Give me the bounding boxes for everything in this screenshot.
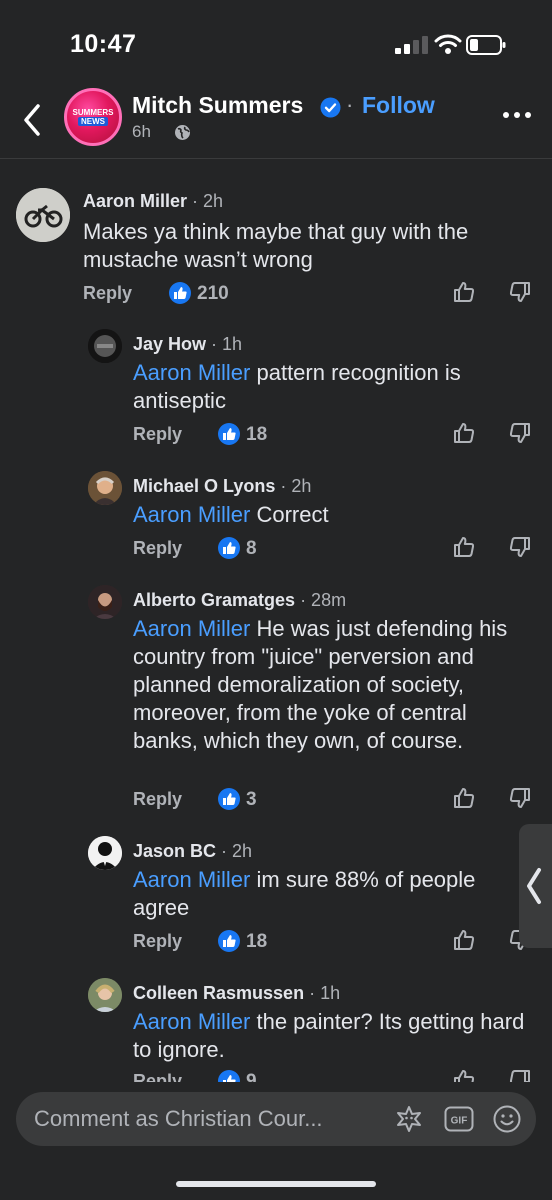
comment-author[interactable]: Colleen Rasmussen <box>133 983 304 1003</box>
like-count[interactable]: 210 <box>197 283 229 305</box>
comment-mention[interactable]: Aaron Miller <box>133 616 250 641</box>
comment-author[interactable]: Alberto Gramatges <box>133 590 295 610</box>
avatar[interactable] <box>88 329 122 363</box>
comment-mention[interactable]: Aaron Miller <box>133 867 250 892</box>
like-badge-icon <box>169 282 191 304</box>
reply-button[interactable]: Reply <box>133 538 182 559</box>
sticker-icon[interactable] <box>394 1104 424 1134</box>
side-drawer-handle[interactable] <box>519 824 552 948</box>
signal-icon <box>395 36 428 54</box>
comment-body: Makes ya think maybe that guy with the m… <box>83 219 469 272</box>
comment-author-line: Michael O Lyons · 2h <box>133 476 311 497</box>
comment-text: Aaron Miller Correct <box>133 501 533 529</box>
page-name[interactable]: Mitch Summers <box>132 92 303 119</box>
comment-placeholder: Comment as Christian Cour... <box>34 1106 323 1131</box>
comment-age: · 1h <box>211 334 243 354</box>
reply-button[interactable]: Reply <box>133 931 182 952</box>
like-count[interactable]: 3 <box>246 789 257 811</box>
header-divider <box>0 158 552 159</box>
comment-mention[interactable]: Aaron Miller <box>133 360 250 385</box>
thumb-down-icon[interactable] <box>508 421 532 445</box>
svg-text:GIF: GIF <box>451 1116 468 1127</box>
reply-button[interactable]: Reply <box>133 789 182 810</box>
like-badge-icon <box>218 423 240 445</box>
status-bar: 10:47 <box>0 0 552 80</box>
comment-author[interactable]: Michael O Lyons <box>133 476 275 496</box>
chevron-left-icon <box>527 868 541 904</box>
comment-age: · 1h <box>309 983 341 1003</box>
thumb-down-icon[interactable] <box>508 786 532 810</box>
thumb-up-icon[interactable] <box>452 280 476 304</box>
follow-button[interactable]: Follow <box>362 92 435 119</box>
avatar[interactable] <box>88 836 122 870</box>
wifi-icon <box>434 34 462 54</box>
status-time: 10:47 <box>70 30 137 58</box>
reply-button[interactable]: Reply <box>133 424 182 445</box>
thumb-up-icon[interactable] <box>452 421 476 445</box>
verified-badge-icon <box>320 97 341 118</box>
page-avatar[interactable]: SUMMERS NEWS <box>64 88 122 146</box>
comment-text: Aaron Miller im sure 88% of people agree <box>133 866 533 922</box>
globe-icon <box>175 125 190 140</box>
comment-text: Makes ya think maybe that guy with the m… <box>83 218 523 274</box>
avatar-image <box>88 585 122 619</box>
comment-author[interactable]: Aaron Miller <box>83 191 187 211</box>
comment-author[interactable]: Jason BC <box>133 841 216 861</box>
comment-age: · 2h <box>221 841 253 861</box>
comment-author[interactable]: Jay How <box>133 334 206 354</box>
logo-text-top: SUMMERS <box>72 108 114 117</box>
avatar-image <box>88 329 122 363</box>
comment-age: · 2h <box>192 191 224 211</box>
comment-author-line: Jason BC · 2h <box>133 841 252 862</box>
comment-input[interactable]: Comment as Christian Cour... GIF <box>16 1092 536 1146</box>
logo-text-bottom: NEWS <box>78 117 108 126</box>
avatar[interactable] <box>88 471 122 505</box>
avatar[interactable] <box>88 978 122 1012</box>
comment-author-line: Aaron Miller · 2h <box>83 191 223 212</box>
avatar[interactable] <box>16 188 70 242</box>
like-badge-icon <box>218 930 240 952</box>
comment-text: Aaron Miller the painter? Its getting ha… <box>133 1008 533 1064</box>
comment-age: · 28m <box>300 590 347 610</box>
thumb-down-icon[interactable] <box>508 280 532 304</box>
comment-text: Aaron Miller pattern recognition is anti… <box>133 359 533 415</box>
like-count[interactable]: 18 <box>246 424 267 446</box>
comment-age: · 2h <box>280 476 312 496</box>
avatar-image <box>88 836 122 870</box>
avatar-image <box>88 471 122 505</box>
comment-author-line: Alberto Gramatges · 28m <box>133 590 346 611</box>
like-count[interactable]: 18 <box>246 931 267 953</box>
comment-text: Aaron Miller He was just defending his c… <box>133 615 533 755</box>
thumb-up-icon[interactable] <box>452 535 476 559</box>
like-badge-icon <box>218 788 240 810</box>
reply-button[interactable]: Reply <box>83 283 132 304</box>
comment-mention[interactable]: Aaron Miller <box>133 502 250 527</box>
chevron-left-icon[interactable] <box>20 102 46 138</box>
like-count[interactable]: 8 <box>246 538 257 560</box>
header-separator: · <box>346 92 354 117</box>
post-age: 6h <box>132 122 151 141</box>
emoji-icon[interactable] <box>492 1104 522 1134</box>
thumb-up-icon[interactable] <box>452 928 476 952</box>
post-header: SUMMERS NEWS Mitch Summers · Follow 6h <box>0 80 552 160</box>
avatar-image <box>88 978 122 1012</box>
comment-author-line: Jay How · 1h <box>133 334 242 355</box>
avatar[interactable] <box>88 585 122 619</box>
thumb-up-icon[interactable] <box>452 786 476 810</box>
comment-author-line: Colleen Rasmussen · 1h <box>133 983 340 1004</box>
home-indicator <box>176 1181 376 1187</box>
comment-body: Correct <box>250 502 329 527</box>
battery-icon <box>466 35 506 55</box>
thumb-down-icon[interactable] <box>508 535 532 559</box>
comment-mention[interactable]: Aaron Miller <box>133 1009 250 1034</box>
bike-photo-icon <box>16 188 70 242</box>
gif-icon[interactable]: GIF <box>444 1106 474 1132</box>
more-icon[interactable] <box>502 110 532 120</box>
like-badge-icon <box>218 537 240 559</box>
